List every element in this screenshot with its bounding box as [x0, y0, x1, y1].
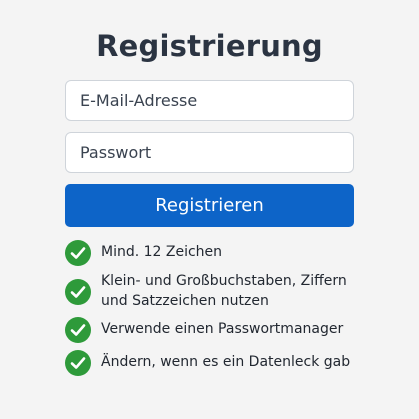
password-tip: Klein- und Großbuchstaben, Ziffern und S… — [65, 271, 365, 311]
check-circle-icon — [65, 317, 91, 343]
register-button[interactable]: Registrieren — [65, 184, 354, 227]
check-circle-icon — [65, 240, 91, 266]
page-title: Registrierung — [96, 29, 323, 63]
email-field[interactable] — [65, 80, 354, 121]
tip-text-continued: und Satzzeichen nutzen — [101, 293, 269, 309]
tip-text: Klein- und Großbuchstaben, Ziffern — [101, 273, 347, 289]
tip-text: Verwende einen Passwortmanager — [101, 321, 344, 337]
check-circle-icon — [65, 350, 91, 376]
check-circle-icon — [65, 279, 91, 305]
password-tip: Verwende einen Passwortmanager — [65, 317, 365, 347]
tip-text: Mind. 12 Zeichen — [101, 244, 223, 260]
password-tips-list: Mind. 12 Zeichen Klein- und Großbuchstab… — [65, 238, 365, 380]
password-tip: Mind. 12 Zeichen — [65, 238, 365, 268]
password-field[interactable] — [65, 132, 354, 173]
tip-text: Ändern, wenn es ein Datenleck gab — [101, 354, 351, 370]
password-tip: Ändern, wenn es ein Datenleck gab — [65, 350, 365, 380]
